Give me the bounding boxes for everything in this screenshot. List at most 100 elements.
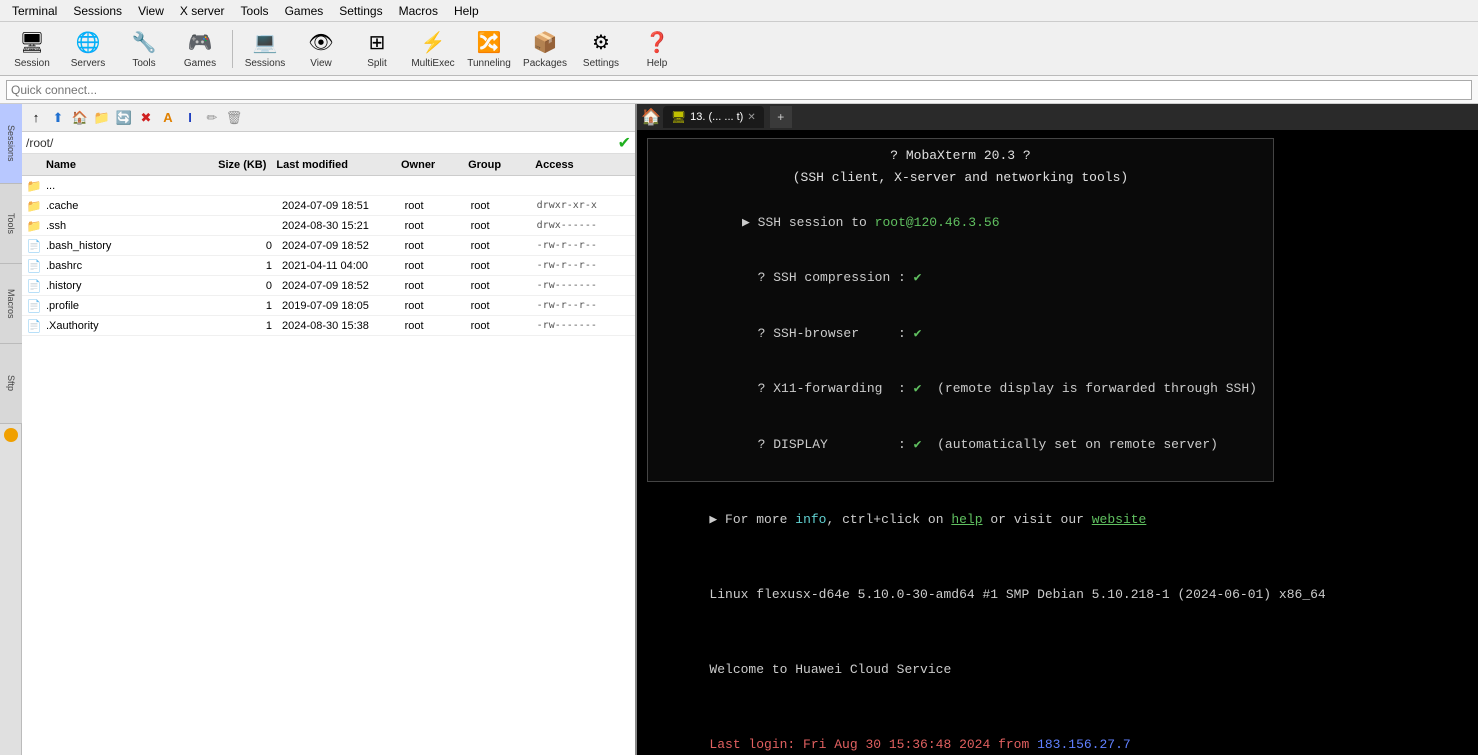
toolbar-tunneling-label: Tunneling xyxy=(467,58,511,69)
display-line: ? DISPLAY : ✔ (automatically set on remo… xyxy=(664,418,1257,473)
view-icon: 👁 xyxy=(307,28,335,56)
menu-view[interactable]: View xyxy=(130,2,172,20)
file-btn-upload[interactable]: ⬆ xyxy=(48,108,68,128)
file-name: .cache xyxy=(46,200,206,212)
toolbar-help-btn[interactable]: ❓ Help xyxy=(631,26,683,72)
file-access: -rw-r--r-- xyxy=(537,300,631,311)
file-btn-rename[interactable]: A xyxy=(158,108,178,128)
toolbar-tools-btn[interactable]: 🔧 Tools xyxy=(118,26,170,72)
last-login-ip: 183.156.27.7 xyxy=(1037,737,1131,752)
help-link[interactable]: help xyxy=(951,512,982,527)
file-list-item[interactable]: 📄 .profile 1 2019-07-09 18:05 root root … xyxy=(22,296,635,316)
file-list-item[interactable]: 📁 .ssh 2024-08-30 15:21 root root drwx--… xyxy=(22,216,635,236)
ssh-ip: root@120.46.3.56 xyxy=(875,215,1000,230)
file-btn-home[interactable]: 🏠 xyxy=(70,108,90,128)
toolbar-games-btn[interactable]: 🎮 Games xyxy=(174,26,226,72)
toolbar-session-btn[interactable]: 🖥 Session xyxy=(6,26,58,72)
servers-icon: 🌐 xyxy=(74,28,102,56)
file-icon: 📄 xyxy=(26,258,42,274)
terminal-home-icon[interactable]: 🏠 xyxy=(641,107,661,127)
folder-icon: 📁 xyxy=(26,218,42,234)
toolbar-split-btn[interactable]: ⊞ Split xyxy=(351,26,403,72)
file-access: -rw------- xyxy=(537,280,631,291)
file-owner: root xyxy=(405,220,471,232)
toolbar-packages-btn[interactable]: 📦 Packages xyxy=(519,26,571,72)
file-list-item[interactable]: 📄 .Xauthority 1 2024-08-30 15:38 root ro… xyxy=(22,316,635,336)
toolbar-multiexec-btn[interactable]: ⚡ MultiExec xyxy=(407,26,459,72)
file-access: -rw-r--r-- xyxy=(537,240,631,251)
menu-sessions[interactable]: Sessions xyxy=(65,2,130,20)
file-btn-trash[interactable]: 🗑 xyxy=(224,108,244,128)
file-list-item[interactable]: 📄 .bashrc 1 2021-04-11 04:00 root root -… xyxy=(22,256,635,276)
file-access: drwxr-xr-x xyxy=(537,200,631,211)
toolbar-view-btn[interactable]: 👁 View xyxy=(295,26,347,72)
sessions-icon: 💻 xyxy=(251,28,279,56)
menu-help[interactable]: Help xyxy=(446,2,487,20)
menu-macros[interactable]: Macros xyxy=(391,2,446,20)
toolbar-settings-label: Settings xyxy=(583,58,619,69)
file-size: 1 xyxy=(206,300,282,312)
tunneling-icon: 🔀 xyxy=(475,28,503,56)
file-group: root xyxy=(471,240,537,252)
file-list-item[interactable]: 📄 .history 0 2024-07-09 18:52 root root … xyxy=(22,276,635,296)
menu-settings[interactable]: Settings xyxy=(331,2,390,20)
vtab-sftp[interactable]: Sftp xyxy=(0,344,22,424)
menu-terminal[interactable]: Terminal xyxy=(4,2,65,20)
terminal-tab-close[interactable]: ✕ xyxy=(747,112,755,123)
file-date: 2024-08-30 15:21 xyxy=(282,220,405,232)
col-name: Name xyxy=(26,159,199,171)
info-line: ▶ For more info, ctrl+click on help or v… xyxy=(647,493,1468,548)
quickconnect-input[interactable] xyxy=(6,80,1472,100)
packages-icon: 📦 xyxy=(531,28,559,56)
vtab-sessions[interactable]: Sessions xyxy=(0,104,22,184)
file-btn-up[interactable]: ↑ xyxy=(26,108,46,128)
menu-tools[interactable]: Tools xyxy=(233,2,277,20)
ssh-compression: ? SSH compression : ✔ xyxy=(664,251,1257,306)
toolbar-tunneling-btn[interactable]: 🔀 Tunneling xyxy=(463,26,515,72)
vtab-tools[interactable]: Tools xyxy=(0,184,22,264)
file-btn-folder[interactable]: 📁 xyxy=(92,108,112,128)
toolbar-packages-label: Packages xyxy=(523,58,567,69)
path-text: /root/ xyxy=(26,136,53,150)
file-name: .bashrc xyxy=(46,260,206,272)
file-list-item[interactable]: 📁 .cache 2024-07-09 18:51 root root drwx… xyxy=(22,196,635,216)
terminal-tab-active[interactable]: 🖥 13. (... ... t) ✕ xyxy=(663,106,764,128)
file-date: 2024-07-09 18:51 xyxy=(282,200,405,212)
file-list-header: Name Size (KB) Last modified Owner Group… xyxy=(22,154,635,176)
file-btn-edit[interactable]: ✏ xyxy=(202,108,222,128)
terminal-tabbar: 🏠 🖥 13. (... ... t) ✕ + xyxy=(637,104,1478,130)
menu-xserver[interactable]: X server xyxy=(172,2,233,20)
toolbar-multiexec-label: MultiExec xyxy=(411,58,454,69)
file-icon: 📄 xyxy=(26,298,42,314)
left-vtabs: Sessions Tools Macros Sftp xyxy=(0,104,22,755)
file-btn-info[interactable]: I xyxy=(180,108,200,128)
file-owner: root xyxy=(405,200,471,212)
toolbar-settings-btn[interactable]: ⚙ Settings xyxy=(575,26,627,72)
file-size: 1 xyxy=(206,260,282,272)
file-list-item[interactable]: 📁 ... xyxy=(22,176,635,196)
file-list-item[interactable]: 📄 .bash_history 0 2024-07-09 18:52 root … xyxy=(22,236,635,256)
last-login-prefix: Last login: Fri Aug 30 15:36:48 2024 fro… xyxy=(709,737,1037,752)
terminal-screen[interactable]: ? MobaXterm 20.3 ? (SSH client, X-server… xyxy=(637,130,1478,755)
vtab-macros[interactable]: Macros xyxy=(0,264,22,344)
website-link[interactable]: website xyxy=(1092,512,1147,527)
file-icon: 📄 xyxy=(26,318,42,334)
ssh-line: ▶ SSH session to root@120.46.3.56 xyxy=(664,195,1257,250)
toolbar-sessions-btn[interactable]: 💻 Sessions xyxy=(239,26,291,72)
file-btn-refresh[interactable]: 🔄 xyxy=(114,108,134,128)
session-icon: 🖥 xyxy=(18,28,46,56)
file-name: .profile xyxy=(46,300,206,312)
vtab-dot[interactable] xyxy=(4,428,18,442)
file-btn-delete[interactable]: ✖ xyxy=(136,108,156,128)
terminal-new-tab-btn[interactable]: + xyxy=(770,106,792,128)
file-group: root xyxy=(471,200,537,212)
folder-icon: 📁 xyxy=(26,198,42,214)
toolbar-servers-btn[interactable]: 🌐 Servers xyxy=(62,26,114,72)
toolbar-servers-label: Servers xyxy=(71,58,105,69)
file-owner: root xyxy=(405,240,471,252)
path-ok-icon: ✔ xyxy=(618,133,631,153)
file-group: root xyxy=(471,260,537,272)
path-bar: /root/ ✔ xyxy=(22,132,635,154)
menu-games[interactable]: Games xyxy=(277,2,332,20)
file-date: 2024-07-09 18:52 xyxy=(282,240,405,252)
